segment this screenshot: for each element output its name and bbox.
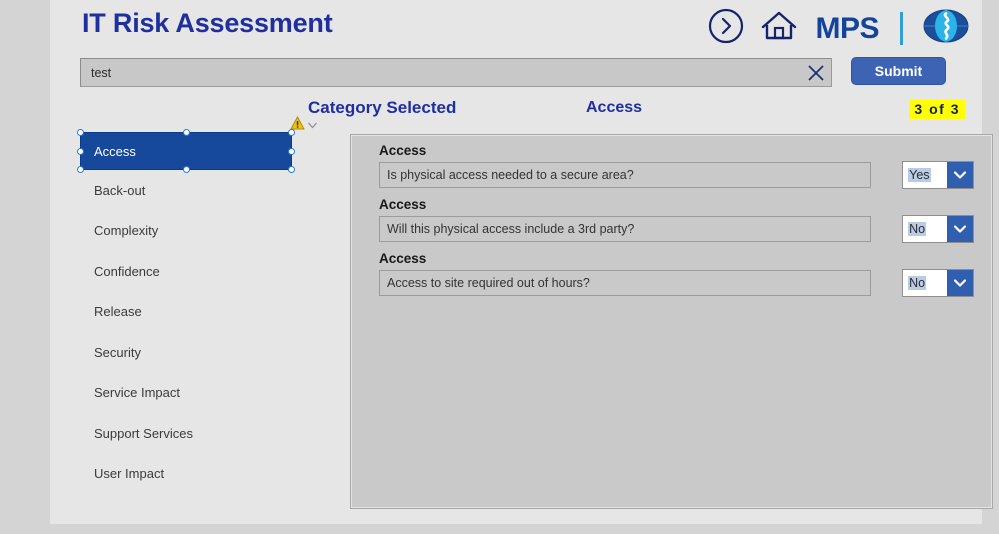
selection-handle-top-center[interactable] [182, 129, 190, 136]
sidebar-item-label: Confidence [94, 263, 160, 279]
sidebar-item-label: Security [94, 344, 141, 360]
sidebar-item-security[interactable]: Security [80, 332, 292, 373]
sidebar-item-label: Service Impact [94, 385, 180, 401]
question-row: Is physical access needed to a secure ar… [369, 161, 974, 189]
chevron-down-icon[interactable] [947, 270, 973, 296]
answer-dropdown[interactable]: No [902, 215, 974, 243]
selection-handle-middle-left[interactable] [77, 147, 84, 155]
answer-value[interactable]: No [903, 216, 947, 242]
question-row: Access to site required out of hours? No [369, 269, 974, 297]
category-sidebar: Access Back-out Complexity Confidence Re… [77, 129, 295, 508]
question-counter: 3 of 3 [909, 100, 965, 119]
search-input[interactable]: test [81, 66, 801, 80]
answer-value[interactable]: No [903, 270, 947, 296]
close-x-icon[interactable] [801, 59, 831, 86]
question-category: Access [379, 251, 427, 266]
mps-globe-logo [922, 6, 970, 51]
question-block: Access Will this physical access include… [351, 189, 992, 243]
page-card: IT Risk Assessment MPS test Submit Categ… [50, 0, 993, 524]
sidebar-item-access[interactable]: Access [77, 129, 295, 173]
sidebar-item-confidence[interactable]: Confidence [80, 251, 292, 292]
sidebar-item-label: Access [94, 143, 136, 159]
category-selected-value: Access [586, 99, 643, 116]
category-selected-label: Category Selected [308, 98, 457, 117]
home-icon[interactable] [759, 7, 799, 50]
questions-panel: Access Is physical access needed to a se… [350, 134, 993, 509]
sub-header: Category Selected Access 3 of 3 [50, 96, 982, 130]
sidebar-item-release[interactable]: Release [80, 292, 292, 333]
question-text: Is physical access needed to a secure ar… [379, 162, 872, 188]
sidebar-item-label: Support Services [94, 425, 193, 441]
sidebar-item-label: Complexity [94, 223, 159, 239]
search-row: test Submit [50, 54, 982, 92]
answer-dropdown[interactable]: No [902, 269, 974, 297]
brand-wordmark: MPS [815, 11, 879, 45]
app-header: IT Risk Assessment MPS [50, 0, 982, 52]
sidebar-item-complexity[interactable]: Complexity [80, 211, 292, 252]
chevron-down-icon[interactable] [947, 216, 973, 242]
chevron-down-icon[interactable] [947, 162, 973, 188]
question-block: Access Access to site required out of ho… [351, 243, 992, 297]
answer-text: Yes [908, 168, 931, 182]
header-icon-group: MPS [707, 6, 970, 51]
sidebar-item-back-out[interactable]: Back-out [80, 170, 292, 211]
chevron-down-icon[interactable] [307, 117, 318, 135]
sidebar-item-label: Back-out [94, 182, 146, 198]
submit-button[interactable]: Submit [851, 57, 946, 85]
sidebar-item-label: User Impact [94, 466, 165, 482]
selection-handle-top-right[interactable] [288, 129, 295, 136]
sidebar-item-user-impact[interactable]: User Impact [80, 454, 292, 495]
question-block: Access Is physical access needed to a se… [351, 135, 992, 189]
answer-dropdown[interactable]: Yes [902, 161, 974, 189]
selection-handle-middle-right[interactable] [288, 147, 295, 155]
answer-value[interactable]: Yes [903, 162, 947, 188]
sidebar-item-label: Release [94, 304, 142, 320]
answer-text: No [908, 222, 927, 236]
question-row: Will this physical access include a 3rd … [369, 215, 974, 243]
question-category: Access [379, 143, 427, 158]
sidebar-item-service-impact[interactable]: Service Impact [80, 373, 292, 414]
answer-text: No [908, 276, 927, 290]
question-text: Access to site required out of hours? [379, 270, 872, 296]
question-text: Will this physical access include a 3rd … [379, 216, 872, 242]
search-box[interactable]: test [80, 58, 832, 87]
sidebar-item-support-services[interactable]: Support Services [80, 413, 292, 454]
page-title: IT Risk Assessment [82, 8, 333, 38]
arrow-right-circle-icon[interactable] [707, 7, 745, 50]
selection-handle-top-left[interactable] [77, 129, 84, 136]
brand-divider [900, 12, 903, 45]
application-window: IT Risk Assessment MPS test Submit Categ… [0, 0, 999, 534]
question-category: Access [379, 197, 427, 212]
